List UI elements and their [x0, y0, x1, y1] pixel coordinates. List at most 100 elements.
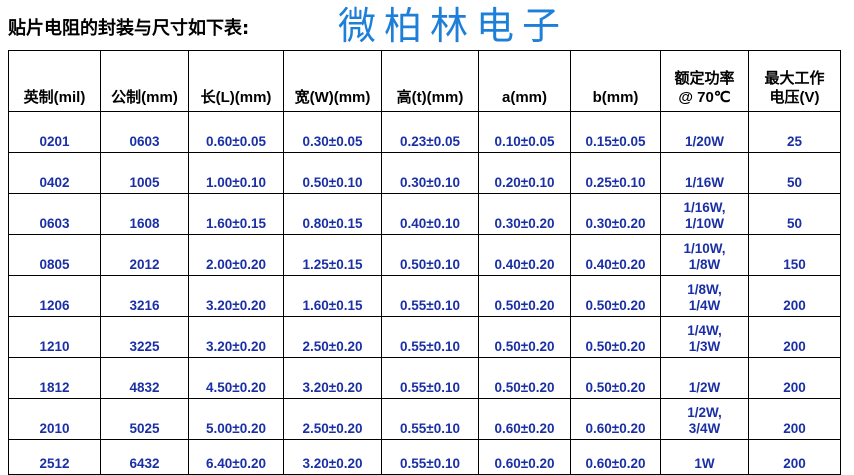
cell-col-metric-code: 2012	[100, 234, 189, 276]
cell-text: 1/10W	[684, 216, 725, 231]
cell-text: 2010	[39, 421, 70, 436]
table-row: 2010 5025 5.00±0.20 2.50±0.20 0.55±0.10 0.60±…	[8, 398, 841, 440]
cell-col-max-voltage: 25	[748, 111, 841, 153]
cell-text: 1206	[39, 298, 70, 313]
cell-col-inch-code: 1812	[8, 357, 101, 399]
table-row: 1206 3216 3.20±0.20 1.60±0.15 0.55±0.10 0.50±…	[8, 275, 841, 317]
cell-text: 3.20±0.20	[206, 339, 266, 354]
cell-text: 25	[786, 134, 803, 149]
cell-text: 3.20±0.20	[302, 380, 363, 395]
cell-col-b: 0.50±0.20	[570, 275, 661, 317]
table-row: 0603 1608 1.60±0.15 0.80±0.15 0.40±0.10 0.30±…	[8, 193, 841, 235]
cell-col-inch-code: 0603	[8, 193, 101, 235]
cell-col-height: 0.30±0.10	[381, 152, 479, 194]
cell-col-length: 3.20±0.20	[188, 316, 284, 358]
header-text: @ 70℃	[678, 89, 731, 106]
cell-text: 0.30±0.20	[494, 216, 555, 231]
cell-col-rated-power: 1/16W	[660, 152, 749, 194]
cell-col-rated-power: 1/8W, 1/4W	[660, 275, 749, 317]
cell-text: 1W	[694, 456, 715, 471]
resistor-spec-table: 英制(mil) 公制(mm) 长(L)(mm) 宽(W)(mm) 高(t)(mm) a(m…	[8, 50, 841, 475]
cell-col-length: 0.60±0.05	[188, 111, 284, 153]
cell-text: 1/20W	[684, 134, 725, 149]
header-text: 英制(mil)	[23, 89, 86, 106]
header-text: 长(L)(mm)	[200, 89, 272, 106]
table-row: 1812 4832 4.50±0.20 3.20±0.20 0.55±0.10 0.50±…	[8, 357, 841, 399]
cell-col-height: 0.55±0.10	[381, 357, 479, 399]
header-text: 电压(V)	[769, 89, 820, 106]
cell-text: 0.60±0.20	[494, 421, 555, 436]
cell-text: 3225	[129, 339, 160, 354]
cell-text: 1/4W	[688, 298, 721, 313]
header-col-height: 高(t)(mm)	[381, 50, 479, 112]
cell-text: 200	[783, 298, 806, 313]
cell-col-length: 2.00±0.20	[188, 234, 284, 276]
cell-col-b: 0.15±0.05	[570, 111, 661, 153]
cell-col-max-voltage: 200	[748, 439, 841, 475]
cell-col-max-voltage: 50	[748, 193, 841, 235]
cell-text: 200	[783, 421, 806, 436]
cell-col-width: 2.50±0.20	[283, 316, 382, 358]
cell-col-a: 0.30±0.20	[478, 193, 571, 235]
cell-col-height: 0.23±0.05	[381, 111, 479, 153]
table-row: 2512 6432 6.40±0.20 3.20±0.20 0.55±0.10 0.60±…	[8, 439, 841, 475]
cell-col-length: 3.20±0.20	[188, 275, 284, 317]
table-header-row: 英制(mil) 公制(mm) 长(L)(mm) 宽(W)(mm) 高(t)(mm) a(m…	[8, 50, 841, 112]
cell-text: 0805	[39, 257, 70, 272]
brand-watermark: 微柏林电子	[338, 4, 569, 48]
cell-text: 0.50±0.20	[585, 298, 646, 313]
cell-col-a: 0.50±0.20	[478, 275, 571, 317]
cell-text: 1210	[39, 339, 70, 354]
cell-text: 1/4W,	[687, 323, 722, 338]
cell-text: 0.55±0.10	[400, 298, 460, 313]
cell-text: 0.30±0.05	[302, 134, 363, 149]
cell-col-height: 0.55±0.10	[381, 275, 479, 317]
cell-text: 1/2W	[688, 380, 721, 395]
cell-text: 4832	[129, 380, 160, 395]
cell-col-inch-code: 2512	[8, 439, 101, 475]
cell-text: 0.40±0.20	[585, 257, 646, 272]
cell-col-inch-code: 0402	[8, 152, 101, 194]
cell-col-a: 0.60±0.20	[478, 439, 571, 475]
cell-col-a: 0.10±0.05	[478, 111, 571, 153]
cell-col-inch-code: 1206	[8, 275, 101, 317]
cell-text: 1005	[129, 175, 160, 190]
cell-col-metric-code: 3225	[100, 316, 189, 358]
cell-col-a: 0.20±0.10	[478, 152, 571, 194]
header-text: b(mm)	[592, 89, 639, 106]
cell-text: 0.55±0.10	[400, 421, 460, 436]
cell-text: 1608	[129, 216, 160, 231]
cell-text: 1/16W,	[683, 200, 726, 215]
cell-col-b: 0.50±0.20	[570, 357, 661, 399]
cell-text: 0.30±0.10	[400, 175, 460, 190]
cell-col-max-voltage: 50	[748, 152, 841, 194]
cell-col-a: 0.40±0.20	[478, 234, 571, 276]
cell-col-height: 0.40±0.10	[381, 193, 479, 235]
cell-col-width: 2.50±0.20	[283, 398, 382, 440]
cell-col-rated-power: 1/20W	[660, 111, 749, 153]
header-text: 公制(mm)	[111, 89, 178, 106]
cell-col-width: 3.20±0.20	[283, 439, 382, 475]
cell-text: 0.10±0.05	[494, 134, 555, 149]
cell-text: 6432	[129, 456, 160, 471]
cell-text: 2.50±0.20	[302, 339, 363, 354]
cell-text: 0201	[39, 134, 70, 149]
cell-col-rated-power: 1/16W, 1/10W	[660, 193, 749, 235]
cell-text: 200	[783, 380, 806, 395]
cell-text: 2.50±0.20	[302, 421, 363, 436]
cell-text: 1/16W	[684, 175, 725, 190]
cell-col-max-voltage: 200	[748, 316, 841, 358]
cell-col-width: 3.20±0.20	[283, 357, 382, 399]
cell-col-width: 1.60±0.15	[283, 275, 382, 317]
cell-col-a: 0.60±0.20	[478, 398, 571, 440]
cell-col-inch-code: 0805	[8, 234, 101, 276]
cell-col-max-voltage: 200	[748, 275, 841, 317]
header-text: 宽(W)(mm)	[294, 89, 371, 106]
cell-col-length: 6.40±0.20	[188, 439, 284, 475]
cell-col-inch-code: 0201	[8, 111, 101, 153]
cell-text: 0.50±0.20	[585, 339, 646, 354]
cell-col-length: 5.00±0.20	[188, 398, 284, 440]
cell-col-max-voltage: 200	[748, 398, 841, 440]
cell-col-metric-code: 5025	[100, 398, 189, 440]
cell-text: 0.55±0.10	[400, 339, 460, 354]
